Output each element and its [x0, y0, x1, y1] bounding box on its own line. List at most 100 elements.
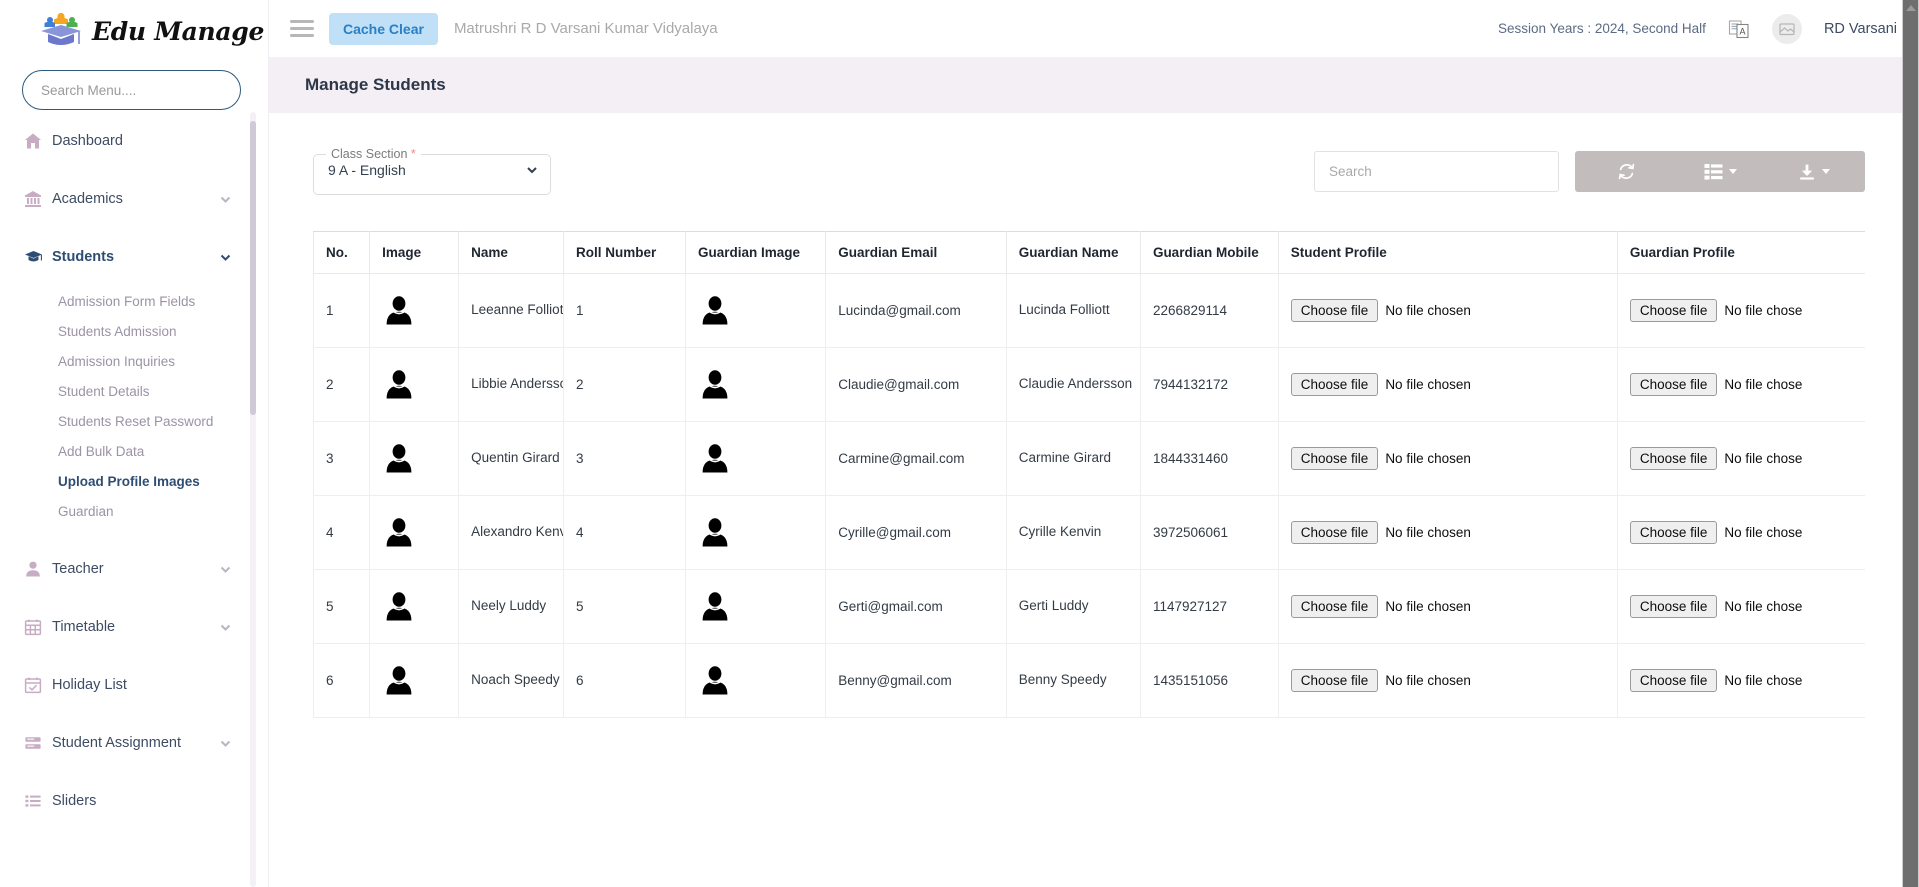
col-guardian-image[interactable]: Guardian Image: [685, 232, 825, 274]
cell-student-name: Libbie Andersson: [459, 348, 564, 422]
cell-guardian-profile: Choose fileNo file chose: [1617, 348, 1865, 422]
students-table-wrap[interactable]: No. Image Name Roll Number Guardian Imag…: [313, 231, 1865, 718]
student-avatar-icon: [382, 368, 446, 402]
choose-file-button[interactable]: Choose file: [1291, 521, 1379, 544]
sidebar-subitem-upload-profile-images[interactable]: Upload Profile Images: [0, 466, 254, 496]
topbar-right: Session Years : 2024, Second Half A: [1498, 14, 1897, 44]
students-table-body: 1Leeanne Folliott1Lucinda@gmail.comLucin…: [314, 274, 1866, 718]
sidebar-subitem-admission-form-fields[interactable]: Admission Form Fields: [0, 286, 254, 316]
sidebar-item-timetable[interactable]: Timetable: [0, 598, 254, 656]
file-input[interactable]: Choose fileNo file chosen: [1291, 669, 1471, 692]
col-guardian-mobile[interactable]: Guardian Mobile: [1140, 232, 1278, 274]
page-scrollbar-thumb[interactable]: [1903, 0, 1918, 887]
cell-no: 2: [314, 348, 370, 422]
sidebar-item-dashboard[interactable]: Dashboard: [0, 112, 254, 170]
sidebar-subitem-guardian[interactable]: Guardian: [0, 496, 254, 526]
refresh-button[interactable]: [1579, 151, 1673, 192]
translate-icon[interactable]: A: [1728, 18, 1750, 40]
file-input[interactable]: Choose fileNo file chosen: [1291, 595, 1471, 618]
choose-file-button[interactable]: Choose file: [1291, 669, 1379, 692]
cell-guardian-name: Gerti Luddy: [1006, 570, 1140, 644]
cell-guardian-name: Lucinda Folliott: [1006, 274, 1140, 348]
cell-guardian-name: Carmine Girard: [1006, 422, 1140, 496]
sidebar-item-label: Teacher: [52, 561, 104, 577]
hamburger-icon[interactable]: [285, 12, 319, 46]
brand[interactable]: Edu Manage: [0, 0, 268, 62]
cell-student-name: Quentin Girard: [459, 422, 564, 496]
user-name[interactable]: RD Varsani: [1824, 21, 1897, 37]
columns-button[interactable]: [1673, 151, 1767, 192]
sidebar-item-holiday-list[interactable]: Holiday List: [0, 656, 254, 714]
choose-file-button[interactable]: Choose file: [1630, 299, 1718, 322]
avatar[interactable]: [1772, 14, 1802, 44]
sidebar-item-label: Sliders: [52, 793, 96, 809]
search-input[interactable]: [1314, 151, 1559, 192]
sidebar-item-student-assignment[interactable]: Student Assignment: [0, 714, 254, 772]
cell-guardian-image: [685, 348, 825, 422]
col-guardian-profile[interactable]: Guardian Profile: [1617, 232, 1865, 274]
sidebar-subitem-label: Admission Inquiries: [58, 354, 175, 369]
file-input[interactable]: Choose fileNo file chosen: [1291, 447, 1471, 470]
choose-file-button[interactable]: Choose file: [1291, 299, 1379, 322]
chevron-down-icon[interactable]: [219, 251, 232, 264]
file-input[interactable]: Choose fileNo file chosen: [1291, 373, 1471, 396]
sidebar-item-label: Holiday List: [52, 677, 127, 693]
choose-file-button[interactable]: Choose file: [1630, 595, 1718, 618]
file-input[interactable]: Choose file No file chose: [1630, 447, 1803, 470]
chevron-down-icon[interactable]: [219, 193, 232, 206]
sidebar-subitem-student-details[interactable]: Student Details: [0, 376, 254, 406]
chevron-down-icon[interactable]: [219, 563, 232, 576]
choose-file-button[interactable]: Choose file: [1291, 373, 1379, 396]
file-input[interactable]: Choose fileNo file chosen: [1291, 299, 1471, 322]
sidebar-item-label: Student Assignment: [52, 735, 181, 751]
scroll-up-arrow-icon[interactable]: [1906, 5, 1916, 11]
sidebar-item-students[interactable]: Students: [0, 228, 254, 286]
cell-roll-number: 4: [564, 496, 686, 570]
sidebar-item-label: Timetable: [52, 619, 115, 635]
chevron-down-icon[interactable]: [219, 621, 232, 634]
chevron-down-icon[interactable]: [219, 737, 232, 750]
sidebar-item-label: Dashboard: [52, 133, 123, 149]
cell-student-name: Noach Speedy: [459, 644, 564, 718]
col-name[interactable]: Name: [459, 232, 564, 274]
sidebar-subitem-label: Admission Form Fields: [58, 294, 195, 309]
col-student-profile[interactable]: Student Profile: [1278, 232, 1617, 274]
col-image[interactable]: Image: [370, 232, 459, 274]
sidebar-subitem-students-admission[interactable]: Students Admission: [0, 316, 254, 346]
choose-file-button[interactable]: Choose file: [1291, 447, 1379, 470]
file-input[interactable]: Choose fileNo file chose: [1630, 373, 1803, 396]
student-avatar-icon: [382, 590, 446, 624]
choose-file-button[interactable]: Choose file: [1291, 595, 1379, 618]
choose-file-button[interactable]: Choose file: [1630, 669, 1718, 692]
sidebar-item-teacher[interactable]: Teacher: [0, 540, 254, 598]
class-section-select[interactable]: 9 A - English: [324, 159, 540, 181]
columns-icon: [1704, 163, 1723, 180]
sidebar-subitem-admission-inquiries[interactable]: Admission Inquiries: [0, 346, 254, 376]
sidebar-item-sliders[interactable]: Sliders: [0, 772, 254, 830]
choose-file-button[interactable]: Choose file: [1630, 521, 1718, 544]
sidebar-item-academics[interactable]: Academics: [0, 170, 254, 228]
col-guardian-name[interactable]: Guardian Name: [1006, 232, 1140, 274]
cell-guardian-email: Gerti@gmail.com: [826, 570, 1007, 644]
choose-file-button[interactable]: Choose file: [1630, 373, 1718, 396]
file-input[interactable]: Choose fileNo file chose: [1630, 669, 1803, 692]
file-input[interactable]: Choose fileNo file chose: [1630, 595, 1803, 618]
sidebar-subitem-label: Guardian: [58, 504, 114, 519]
col-roll-number[interactable]: Roll Number: [564, 232, 686, 274]
file-input[interactable]: Choose fileNo file chose: [1630, 521, 1803, 544]
col-guardian-email[interactable]: Guardian Email: [826, 232, 1007, 274]
sidebar-subitem-students-reset-password[interactable]: Students Reset Password: [0, 406, 254, 436]
export-button[interactable]: [1767, 151, 1861, 192]
choose-file-button[interactable]: Choose file: [1630, 447, 1718, 470]
file-status-label: No file chose: [1724, 451, 1802, 466]
cell-student-profile: Choose fileNo file chosen: [1278, 496, 1617, 570]
user-icon: [24, 560, 52, 578]
file-input[interactable]: Choose fileNo file chosen: [1291, 521, 1471, 544]
col-no[interactable]: No.: [314, 232, 370, 274]
menu-search-input[interactable]: [22, 70, 241, 110]
sidebar-subitem-add-bulk-data[interactable]: Add Bulk Data: [0, 436, 254, 466]
cache-clear-button[interactable]: Cache Clear: [329, 13, 438, 45]
page-header: Manage Students: [269, 57, 1919, 113]
page-scrollbar[interactable]: [1902, 0, 1919, 887]
file-input[interactable]: Choose fileNo file chose: [1630, 299, 1803, 322]
